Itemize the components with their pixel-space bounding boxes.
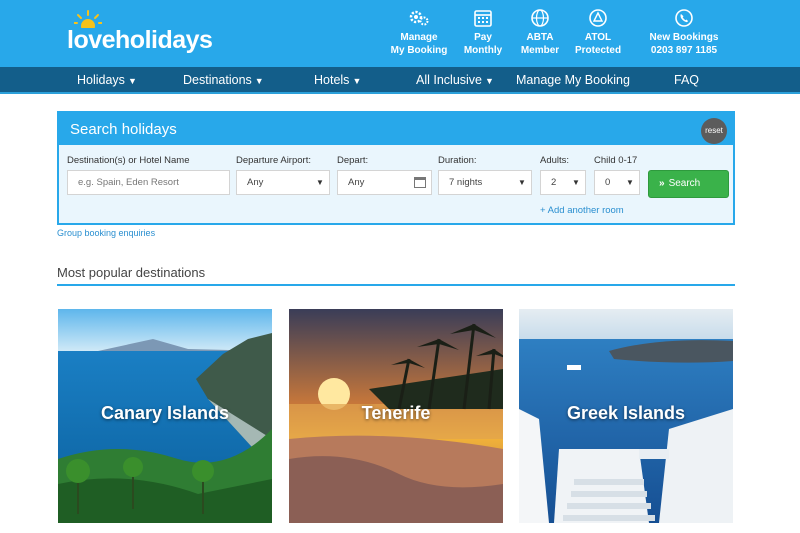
calendar-icon[interactable] xyxy=(414,177,426,188)
header-bar: loveholidays Manage My Booking Pay Month… xyxy=(0,0,800,67)
depart-date-input[interactable]: Any xyxy=(337,170,432,195)
section-divider xyxy=(57,284,735,286)
chevron-down-icon: ▼ xyxy=(572,178,580,187)
chevron-down-icon: ▼ xyxy=(485,76,494,86)
abta-line1: ABTA xyxy=(526,32,554,43)
globe-icon xyxy=(531,9,549,27)
nav-label: Destinations xyxy=(183,73,252,87)
nav-item-holidays[interactable]: Holidays ▼ xyxy=(77,73,137,87)
atol-line1: ATOL xyxy=(584,32,612,43)
chevron-down-icon: ▼ xyxy=(518,178,526,187)
manage-line1: Manage xyxy=(400,32,438,43)
phone-number: 0203 897 1185 xyxy=(650,45,718,56)
destination-label: Destination(s) or Hotel Name xyxy=(67,155,190,166)
search-panel: Search holidays reset Destination(s) or … xyxy=(57,111,735,225)
manage-booking-link[interactable]: Manage My Booking xyxy=(390,8,448,57)
add-another-room-link[interactable]: + Add another room xyxy=(540,205,624,216)
adults-select[interactable]: 2 ▼ xyxy=(540,170,586,195)
nav-label: Manage My Booking xyxy=(516,73,630,87)
gears-icon xyxy=(409,10,429,26)
duration-select[interactable]: 7 nights ▼ xyxy=(438,170,532,195)
destination-input[interactable]: e.g. Spain, Eden Resort xyxy=(67,170,230,195)
departure-airport-value: Any xyxy=(247,177,264,188)
chevron-down-icon: ▼ xyxy=(127,76,137,86)
popular-destinations-heading: Most popular destinations xyxy=(57,265,206,280)
children-label: Child 0-17 xyxy=(594,155,638,166)
pay-monthly-link[interactable]: Pay Monthly xyxy=(458,8,508,57)
atol-line2: Protected xyxy=(574,45,622,56)
phone-icon xyxy=(675,9,693,27)
nav-label: FAQ xyxy=(674,73,700,87)
new-bookings-label: New Bookings xyxy=(649,32,719,43)
chevron-down-icon: ▼ xyxy=(254,76,264,86)
children-value: 0 xyxy=(605,177,611,188)
search-button-label: Search xyxy=(668,178,701,189)
destination-card-label: Canary Islands xyxy=(100,403,230,423)
pay-line1: Pay xyxy=(474,32,492,43)
search-title: Search holidays xyxy=(70,121,177,138)
children-select[interactable]: 0 ▼ xyxy=(594,170,640,195)
nav-item-manage-my-booking[interactable]: Manage My Booking xyxy=(516,73,630,87)
main-nav: Holidays ▼ Destinations ▼ Hotels ▼ All Incl… xyxy=(0,67,800,94)
abta-line2: Member xyxy=(520,45,560,56)
departure-airport-label: Departure Airport: xyxy=(236,155,311,166)
destination-card-label: Tenerife xyxy=(361,403,431,423)
destination-card-greek-islands[interactable]: Greek Islands xyxy=(519,309,733,523)
chevron-down-icon: ▼ xyxy=(316,178,324,187)
manage-line2: My Booking xyxy=(390,45,448,56)
new-bookings-phone[interactable]: New Bookings 0203 897 1185 xyxy=(645,8,723,57)
departure-airport-select[interactable]: Any ▼ xyxy=(236,170,330,195)
nav-label: Hotels xyxy=(314,73,350,87)
nav-item-all-inclusive[interactable]: All Inclusive ▼ xyxy=(416,73,494,87)
nav-item-destinations[interactable]: Destinations ▼ xyxy=(183,73,264,87)
group-booking-link[interactable]: Group booking enquiries xyxy=(57,228,155,238)
chevron-down-icon: ▼ xyxy=(352,76,362,86)
nav-label: Holidays xyxy=(77,73,125,87)
destination-card-label: Greek Islands xyxy=(566,403,686,423)
brand-logo[interactable]: loveholidays xyxy=(67,26,213,55)
nav-label: All Inclusive xyxy=(416,73,482,87)
nav-item-faq[interactable]: FAQ xyxy=(674,73,699,87)
badge-icon xyxy=(589,9,607,27)
pay-line2: Monthly xyxy=(463,45,503,56)
duration-label: Duration: xyxy=(438,155,477,166)
depart-label: Depart: xyxy=(337,155,369,166)
nav-item-hotels[interactable]: Hotels ▼ xyxy=(314,73,361,87)
calendar-icon xyxy=(474,10,492,27)
chevron-down-icon: ▼ xyxy=(626,178,634,187)
adults-value: 2 xyxy=(551,177,557,188)
reset-button[interactable]: reset xyxy=(701,118,727,144)
double-chevron-right-icon: » xyxy=(659,178,665,189)
adults-label: Adults: xyxy=(540,155,570,166)
search-button[interactable]: » Search xyxy=(648,170,729,198)
atol-protected-link[interactable]: ATOL Protected xyxy=(572,8,624,57)
search-panel-header: Search holidays reset xyxy=(59,113,733,145)
abta-member-link[interactable]: ABTA Member xyxy=(514,8,566,57)
destination-card-canary-islands[interactable]: Canary Islands xyxy=(58,309,272,523)
duration-value: 7 nights xyxy=(449,177,483,188)
destination-card-tenerife[interactable]: Tenerife xyxy=(289,309,503,523)
depart-value: Any xyxy=(348,177,365,188)
